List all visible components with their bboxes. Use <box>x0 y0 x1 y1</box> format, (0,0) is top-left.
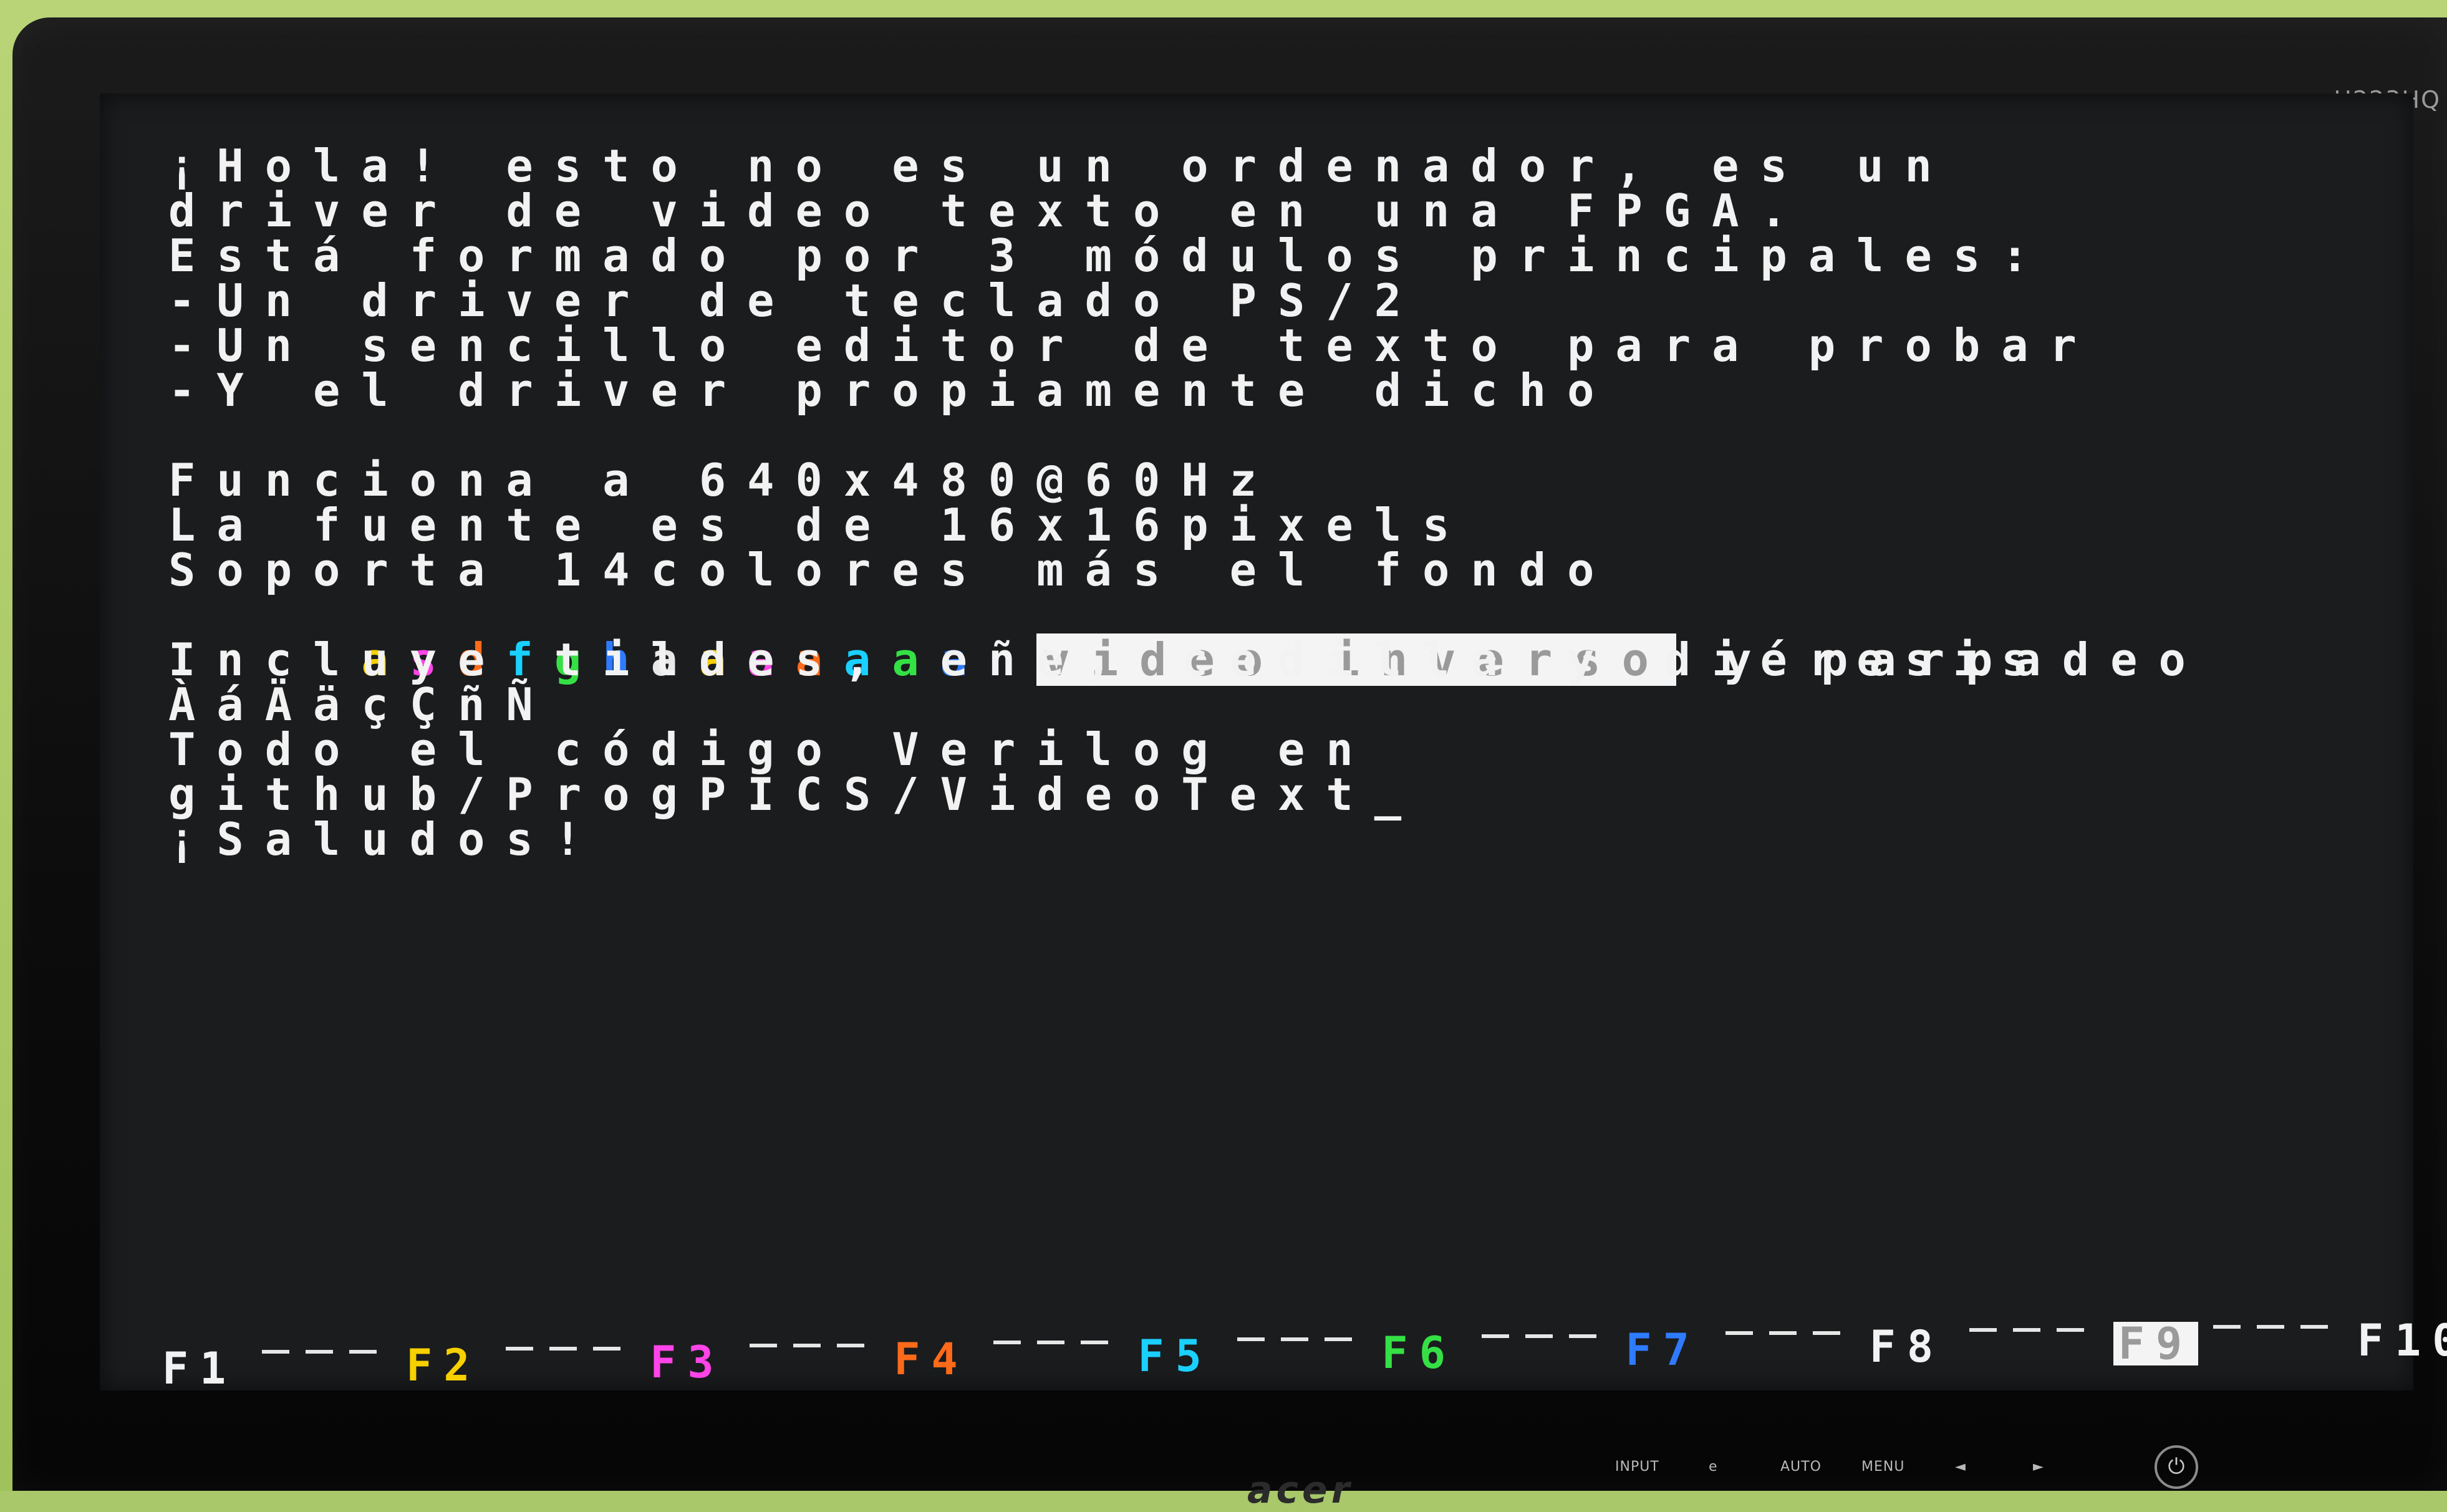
menu-button[interactable]: MENU <box>1861 1459 1904 1475</box>
text-line-9: La fuente es de 16x16pixels <box>168 499 1471 551</box>
fkey-separator <box>993 1341 1113 1344</box>
fkey-separator <box>1481 1334 1601 1338</box>
text-line-10: Soporta 14colores más el fondo <box>168 544 1616 596</box>
fkey-separator <box>1237 1337 1357 1341</box>
text-line-15: github/ProgPICS/VideoText_ <box>168 768 1423 821</box>
text-line-6: -Y el driver propiamente dicho <box>168 364 1616 417</box>
monitor-screen: ¡Hola! esto no es un ordenador, es un dr… <box>100 94 2413 1390</box>
fkey-separator <box>1725 1331 1845 1335</box>
fkey-separator <box>1969 1328 2088 1332</box>
fkey-f3[interactable]: F3 <box>650 1341 725 1384</box>
e-button[interactable]: e <box>1709 1459 1718 1475</box>
monitor-brand-logo: acer <box>1247 1468 1354 1512</box>
text-line-3: Está formado por 3 módulos principales: <box>168 229 2050 282</box>
input-button[interactable]: INPUT <box>1615 1459 1659 1475</box>
fkey-f9[interactable]: F9 <box>2113 1322 2199 1365</box>
fkey-separator <box>506 1347 625 1351</box>
fkey-f7[interactable]: F7 <box>1626 1328 1701 1372</box>
fkey-f4[interactable]: F4 <box>894 1337 968 1381</box>
fkey-f2[interactable]: F2 <box>406 1344 481 1387</box>
text-line-12: Incluye tildes, eñe, cedilla y diéresis <box>168 633 2050 686</box>
text-line-13: ÀáÄäçÇñÑ <box>168 678 554 731</box>
fkey-f8[interactable]: F8 <box>1870 1325 1944 1369</box>
fkey-f6[interactable]: F6 <box>1382 1331 1457 1375</box>
right-button[interactable]: ► <box>2033 1459 2044 1475</box>
text-line-14: Todo el código Verilog en <box>168 723 1374 776</box>
fkey-f10[interactable]: F10 <box>2357 1319 2447 1362</box>
fkey-separator <box>2213 1325 2332 1329</box>
fkey-separator <box>750 1344 869 1347</box>
power-icon[interactable]: ⏻ <box>2155 1445 2198 1489</box>
text-line-16: ¡Saludos! <box>168 813 603 865</box>
fkey-f5[interactable]: F5 <box>1137 1334 1212 1378</box>
fkey-separator <box>262 1350 382 1354</box>
function-key-bar: F1 F2 F3 F4 F5 F6 F7 F8 F9 F10 <box>100 1303 2447 1390</box>
auto-button[interactable]: AUTO <box>1780 1459 1822 1475</box>
text-line-4: -Un driver de teclado PS/2 <box>168 274 1423 327</box>
text-line-1: ¡Hola! esto no es un ordenador, es un <box>168 140 1953 192</box>
text-line-2: driver de video texto en una FPGA. <box>168 185 1808 237</box>
text-line-8: Funciona a 640x480@60Hz <box>168 454 1278 506</box>
fkey-f1[interactable]: F1 <box>162 1347 237 1390</box>
left-button[interactable]: ◄ <box>1955 1459 1966 1475</box>
text-line-5: -Un sencillo editor de texto para probar <box>168 319 2098 372</box>
